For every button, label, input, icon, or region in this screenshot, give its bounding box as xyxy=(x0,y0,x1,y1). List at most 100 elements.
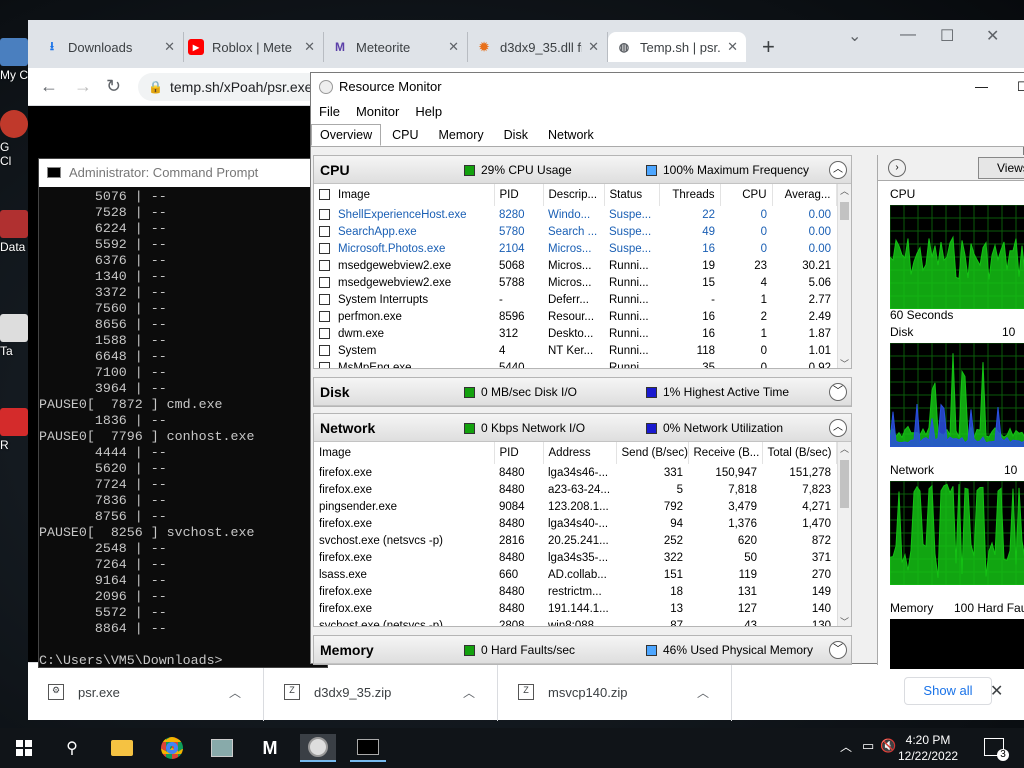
chevron-up-icon[interactable]: ︿ xyxy=(697,684,709,701)
tab-overview[interactable]: Overview xyxy=(311,124,382,146)
checkbox[interactable] xyxy=(319,189,330,201)
close-button[interactable]: ✕ xyxy=(986,26,999,46)
column-header[interactable]: CPU xyxy=(720,184,773,206)
desktop-icon-data[interactable]: Data xyxy=(0,210,28,254)
network-section-header[interactable]: Network 0 Kbps Network I/O 0% Network Ut… xyxy=(314,414,851,442)
new-tab-button[interactable]: + xyxy=(762,34,775,60)
tab-cpu[interactable]: CPU xyxy=(383,124,427,146)
table-row[interactable]: firefox.exe 8480 lga34s35-... 322 50 371 xyxy=(314,549,836,566)
maximize-button[interactable]: ☐ xyxy=(1017,73,1024,101)
chevron-right-icon[interactable]: › xyxy=(888,159,906,177)
table-row[interactable]: lsass.exe 660 AD.collab... 151 119 270 xyxy=(314,566,836,583)
table-row[interactable]: SearchApp.exe 5780 Search ... Suspe... 49 0 0.… xyxy=(314,223,836,240)
scroll-up-icon[interactable]: ︿ xyxy=(840,442,849,455)
column-header[interactable]: Threads xyxy=(659,184,721,206)
views-button[interactable]: Views xyxy=(978,157,1024,179)
close-icon[interactable]: ✕ xyxy=(990,681,1003,701)
download-item[interactable]: Zmsvcp140.zip ︿ xyxy=(498,663,732,721)
network-tray-icon[interactable]: ▭ xyxy=(862,738,874,754)
notification-center-button[interactable]: 3 xyxy=(984,738,1009,761)
table-row[interactable]: System Interrupts - Deferr... Runni... - 1 2.7… xyxy=(314,291,836,308)
column-header[interactable]: Image xyxy=(314,184,495,206)
cpu-section-header[interactable]: CPU 29% CPU Usage 100% Maximum Frequency… xyxy=(314,156,851,184)
resmon-title-bar[interactable]: Resource Monitor — ☐ xyxy=(311,73,1024,101)
table-row[interactable]: firefox.exe 8480 lga34s40-... 94 1,376 1,470 xyxy=(314,515,836,532)
show-all-button[interactable]: Show all xyxy=(904,677,992,705)
desktop-icon-chrome[interactable]: G Cl xyxy=(0,110,28,180)
table-row[interactable]: dwm.exe 312 Deskto... Runni... 16 1 1.87 xyxy=(314,325,836,342)
checkbox[interactable] xyxy=(319,242,330,254)
menu-help[interactable]: Help xyxy=(407,101,450,123)
expand-icon[interactable]: ﹀ xyxy=(829,641,847,659)
tab-network[interactable]: Network xyxy=(539,124,603,146)
column-header[interactable]: Address xyxy=(543,442,617,464)
reload-icon[interactable]: ↻ xyxy=(106,76,121,97)
scroll-thumb[interactable] xyxy=(840,460,849,508)
table-row[interactable]: perfmon.exe 8596 Resour... Runni... 16 2 2.49 xyxy=(314,308,836,325)
start-button[interactable] xyxy=(6,734,42,762)
disk-section-header[interactable]: Disk 0 MB/sec Disk I/O 1% Highest Active… xyxy=(314,378,851,406)
chevron-up-icon[interactable]: ︿ xyxy=(463,684,475,701)
volume-muted-icon[interactable]: 🔇 xyxy=(880,738,896,754)
cmd-output[interactable]: 5076 | -- 7528 | -- 6224 | -- 5592 | -- … xyxy=(39,187,327,667)
cmd-taskbar-button[interactable] xyxy=(350,734,386,762)
checkbox[interactable] xyxy=(319,259,330,271)
checkbox[interactable] xyxy=(319,327,330,339)
close-icon[interactable]: ✕ xyxy=(588,39,599,55)
tab-roblox[interactable]: ▶ Roblox | Mete ✕ xyxy=(180,32,324,62)
cmd-title-bar[interactable]: Administrator: Command Prompt xyxy=(39,159,327,187)
minimize-button[interactable]: — xyxy=(975,73,988,101)
chevron-up-icon[interactable]: ︿ xyxy=(229,684,241,701)
close-icon[interactable]: ✕ xyxy=(448,39,459,55)
clock[interactable]: 4:20 PM 12/22/2022 xyxy=(898,732,958,764)
minimize-button[interactable]: — xyxy=(900,26,916,44)
vertical-scrollbar[interactable]: ︿ ﹀ xyxy=(837,442,851,626)
forward-icon[interactable]: → xyxy=(74,76,92,97)
collapse-icon[interactable]: ︿ xyxy=(829,161,847,179)
table-row[interactable]: System 4 NT Ker... Runni... 118 0 1.01 xyxy=(314,342,836,359)
table-row[interactable]: svchost.exe (netsvcs -p) 2816 20.25.241...… xyxy=(314,532,836,549)
tab-temp-sh[interactable]: ◍ Temp.sh | psr.e ✕ xyxy=(608,32,746,62)
tab-downloads[interactable]: ⭳ Downloads ✕ xyxy=(36,32,184,62)
checkbox[interactable] xyxy=(319,344,330,356)
expand-icon[interactable]: ﹀ xyxy=(829,383,847,401)
scroll-up-icon[interactable]: ︿ xyxy=(840,184,849,197)
file-explorer-button[interactable] xyxy=(104,734,140,762)
download-item[interactable]: ⚙ psr.exe ︿ xyxy=(28,663,264,721)
table-row[interactable]: msedgewebview2.exe 5068 Micros... Runni... 1… xyxy=(314,257,836,274)
table-row[interactable]: firefox.exe 8480 a23-63-24... 5 7,818 7,823 xyxy=(314,481,836,498)
download-item[interactable]: Zd3dx9_35.zip ︿ xyxy=(264,663,498,721)
column-header[interactable]: Status xyxy=(604,184,660,206)
desktop-icon-ta[interactable]: Ta xyxy=(0,314,28,358)
table-row[interactable]: svchost.exe (netsvcs -p) 2808 win8:088... 8… xyxy=(314,617,836,627)
chrome-button[interactable] xyxy=(154,734,190,762)
chevron-up-icon[interactable]: ︿ xyxy=(840,738,852,755)
column-header[interactable]: PID xyxy=(494,184,544,206)
meteorite-taskbar-button[interactable]: M xyxy=(252,734,288,762)
close-icon[interactable]: ✕ xyxy=(727,39,738,55)
menu-file[interactable]: File xyxy=(311,101,348,123)
search-button[interactable]: ⚲ xyxy=(54,734,90,762)
memory-section-header[interactable]: Memory 0 Hard Faults/sec 46% Used Physic… xyxy=(314,636,851,664)
resource-monitor-taskbar-button[interactable] xyxy=(300,734,336,762)
table-row[interactable]: ShellExperienceHost.exe 8280 Windo... Suspe… xyxy=(314,206,836,223)
checkbox[interactable] xyxy=(319,225,330,237)
column-header[interactable]: Receive (B... xyxy=(688,442,763,464)
checkbox[interactable] xyxy=(319,276,330,288)
table-row[interactable]: firefox.exe 8480 restrictm... 18 131 149 xyxy=(314,583,836,600)
column-header[interactable]: Image xyxy=(314,442,495,464)
column-header[interactable]: Total (B/sec) xyxy=(762,442,837,464)
tab-disk[interactable]: Disk xyxy=(495,124,537,146)
table-row[interactable]: pingsender.exe 9084 123.208.1... 792 3,479 4,… xyxy=(314,498,836,515)
tab-d3dx9[interactable]: ✹ d3dx9_35.dll fr ✕ xyxy=(468,32,608,62)
maximize-button[interactable]: ☐ xyxy=(940,26,954,46)
collapse-icon[interactable]: ︿ xyxy=(829,419,847,437)
scroll-thumb[interactable] xyxy=(840,202,849,220)
vertical-scrollbar[interactable]: ︿ ﹀ xyxy=(837,184,851,368)
close-icon[interactable]: ✕ xyxy=(304,39,315,55)
tab-meteorite[interactable]: M Meteorite ✕ xyxy=(324,32,468,62)
column-header[interactable]: Descrip... xyxy=(543,184,605,206)
checkbox[interactable] xyxy=(319,293,330,305)
table-row[interactable]: firefox.exe 8480 191.144.1... 13 127 140 xyxy=(314,600,836,617)
tab-memory[interactable]: Memory xyxy=(430,124,493,146)
